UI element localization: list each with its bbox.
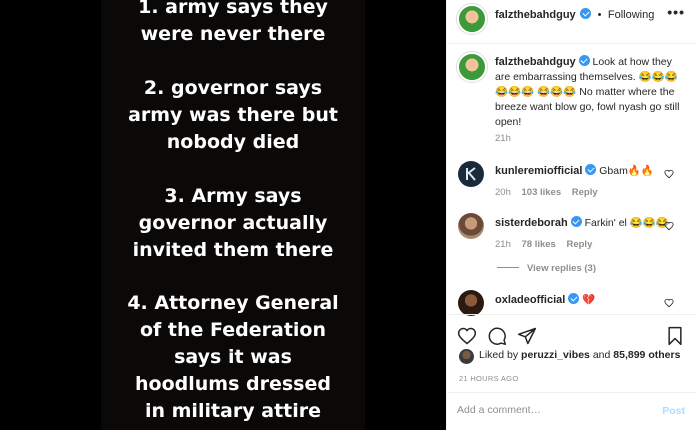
story-line: hoodlums dressed: [135, 373, 331, 395]
verified-icon: [585, 164, 597, 175]
comment-row: oxladeofficial 💔: [495, 293, 675, 306]
likes-count[interactable]: 85,899 others: [613, 349, 680, 361]
comment-text: Gbam🔥🔥: [599, 165, 655, 177]
post-caption: falzthebahdguy Look at how they are emba…: [495, 55, 685, 130]
comment-heart-icon[interactable]: [664, 221, 674, 231]
comment-heart-icon[interactable]: [664, 169, 674, 179]
view-replies-button[interactable]: View replies (3): [497, 263, 596, 274]
comment-username[interactable]: oxladeofficial: [495, 294, 565, 306]
story-line: nobody died: [166, 131, 300, 153]
comment-time[interactable]: 20h: [495, 187, 511, 198]
liked-by-and: and: [592, 349, 611, 361]
caption-time[interactable]: 21h: [495, 133, 511, 144]
story-line: invited them there: [132, 239, 334, 261]
story-line: 1. army says they: [138, 0, 328, 18]
story-line: 3. Army says: [164, 185, 302, 207]
add-comment-bar: Post: [447, 392, 696, 430]
comment-time[interactable]: 21h: [495, 239, 511, 250]
comment-avatar[interactable]: [458, 290, 484, 316]
comment-row: kunleremiofficial Gbam🔥🔥: [495, 164, 675, 177]
post-comment-button[interactable]: Post: [662, 405, 685, 417]
post-side-panel: falzthebahdguy • Following ••• falztheba…: [446, 0, 696, 430]
liked-by-avatar[interactable]: [459, 349, 474, 364]
comment-avatar[interactable]: [458, 213, 484, 239]
liked-by-user[interactable]: peruzzi_vibes: [521, 349, 590, 361]
caption-username[interactable]: falzthebahdguy: [495, 56, 576, 68]
story-line: 4. Attorney General: [127, 292, 339, 314]
comment-username[interactable]: kunleremiofficial: [495, 165, 582, 177]
story-image: 1. army says they were never there 2. go…: [101, 0, 365, 430]
story-line: of the Federation: [140, 319, 326, 341]
reply-button[interactable]: Reply: [566, 239, 592, 250]
comment-text: Farkin' el 😂😂😂: [584, 217, 669, 229]
following-button[interactable]: Following: [608, 9, 654, 21]
comment-avatar[interactable]: [458, 161, 484, 187]
story-line: in military attire: [144, 400, 322, 422]
reply-button[interactable]: Reply: [572, 187, 598, 198]
kunleremi-logo-icon: [466, 167, 476, 181]
share-icon[interactable]: [517, 326, 537, 346]
verified-icon: [578, 55, 590, 66]
story-line: 2. governor says: [143, 77, 323, 99]
caption-avatar[interactable]: [457, 52, 487, 82]
likes-summary: Liked by peruzzi_vibes and 85,899 others: [479, 349, 680, 361]
comment-icon[interactable]: [487, 326, 507, 346]
story-line: says it was: [174, 346, 292, 368]
comment-text: 💔: [582, 294, 596, 306]
header-user-row: falzthebahdguy • Following: [495, 5, 654, 23]
comment-row: sisterdeborah Farkin' el 😂😂😂: [495, 216, 675, 229]
verified-icon: [580, 8, 592, 19]
comment-meta: 20h 103 likes Reply: [495, 187, 598, 198]
action-bar: [447, 314, 696, 354]
comment-input[interactable]: [457, 404, 637, 416]
save-bookmark-icon[interactable]: [665, 326, 685, 346]
story-line: army was there but: [128, 104, 338, 126]
avatar[interactable]: [457, 4, 487, 34]
liked-by-prefix: Liked by: [479, 349, 519, 361]
more-options-icon[interactable]: •••: [667, 4, 685, 20]
verified-icon: [570, 216, 582, 227]
post-timestamp[interactable]: 21 HOURS AGO: [459, 374, 518, 383]
comment-username[interactable]: sisterdeborah: [495, 217, 568, 229]
post-header: falzthebahdguy • Following •••: [447, 0, 696, 44]
story-line: governor actually: [138, 212, 328, 234]
comment-meta: 21h 78 likes Reply: [495, 239, 592, 250]
header-username[interactable]: falzthebahdguy: [495, 9, 576, 21]
verified-icon: [568, 293, 580, 304]
story-line: were never there: [140, 23, 326, 45]
like-heart-icon[interactable]: [457, 326, 477, 346]
comment-likes[interactable]: 103 likes: [522, 187, 562, 198]
post-media[interactable]: 1. army says they were never there 2. go…: [0, 0, 446, 430]
comment-likes[interactable]: 78 likes: [522, 239, 556, 250]
separator-dot: •: [597, 9, 602, 21]
comment-heart-icon[interactable]: [664, 298, 674, 308]
